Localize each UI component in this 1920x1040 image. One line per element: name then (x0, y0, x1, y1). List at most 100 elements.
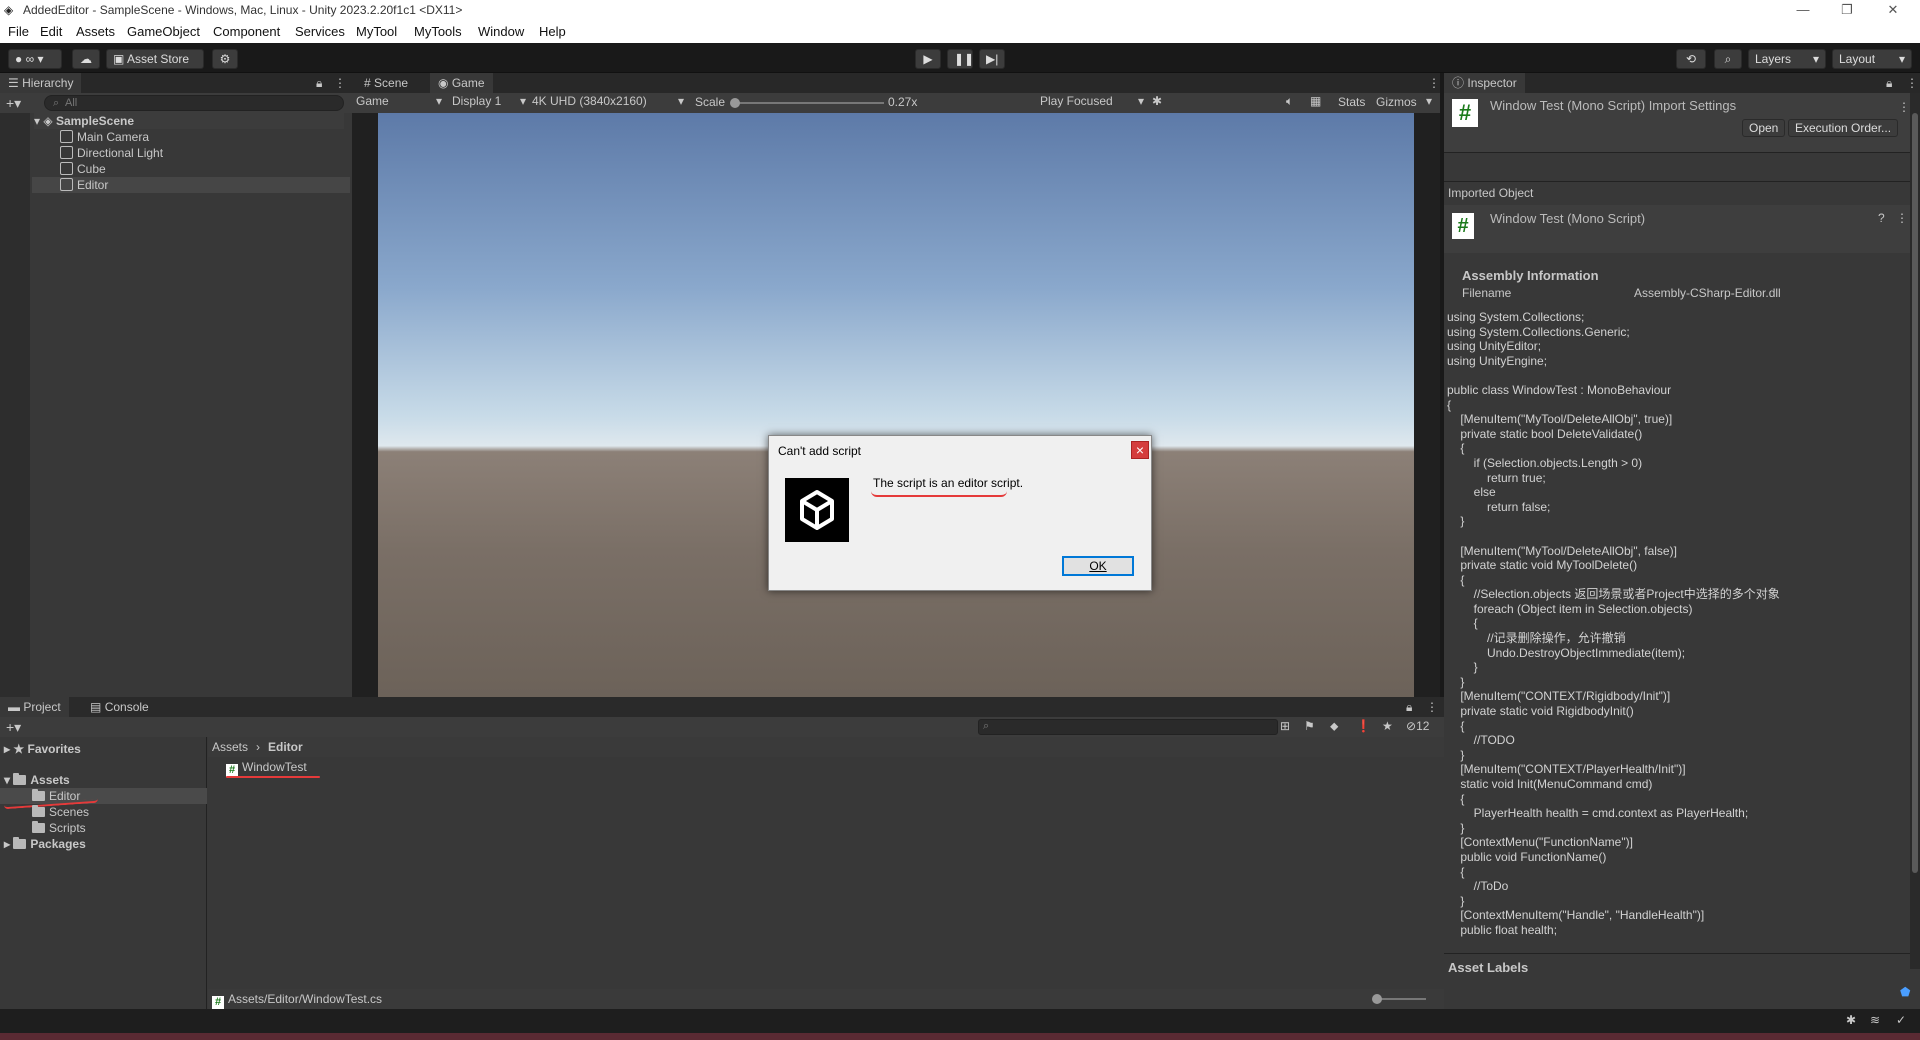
dialog-close-button[interactable]: × (1131, 441, 1149, 459)
file-windowtest[interactable]: # WindowTest (226, 759, 307, 777)
menu-component[interactable]: Component (213, 24, 280, 39)
menu-window[interactable]: Window (478, 24, 524, 39)
game-mode-dropdown[interactable]: Game ▾ (356, 94, 442, 108)
ok-button[interactable]: OK (1062, 556, 1134, 576)
close-window-button[interactable]: ✕ (1872, 0, 1914, 21)
packages-row[interactable]: ▸ Packages (4, 836, 86, 852)
lock-icon[interactable]: 🔒︎ (1406, 700, 1412, 715)
hierarchy-item-main-camera[interactable]: Main Camera (60, 129, 149, 145)
menu-services[interactable]: Services (295, 24, 345, 39)
project-search-input[interactable]: ⌕ (978, 719, 1278, 735)
tab-scene[interactable]: # Scene (356, 73, 416, 93)
audio-icon[interactable]: 🔈︎ (1286, 94, 1293, 109)
code-line: public void FunctionName() (1447, 849, 1607, 864)
search-button[interactable]: ⌕ (1714, 49, 1742, 69)
tab-game[interactable]: ◉ Game (430, 73, 493, 93)
step-button[interactable]: ▶| (979, 49, 1005, 69)
code-line: { (1447, 718, 1465, 733)
more-options-icon[interactable]: ⋮ (1426, 700, 1438, 714)
bug-icon[interactable]: ✱ (1152, 94, 1162, 108)
asset-store-button[interactable]: ▣ Asset Store ▾ (106, 49, 204, 84)
execution-order-button[interactable]: Execution Order... (1788, 119, 1899, 137)
scale-slider[interactable] (730, 98, 884, 108)
play-button[interactable]: ▶ (915, 49, 941, 69)
layers-dropdown[interactable]: Layers ▾ (1748, 49, 1826, 69)
menu-mytool[interactable]: MyTool (356, 24, 397, 39)
hierarchy-item-editor[interactable]: Editor (32, 177, 350, 193)
code-line: } (1447, 514, 1465, 529)
hierarchy-item-directional-light[interactable]: Directional Light (60, 145, 163, 161)
layout-dropdown[interactable]: Layout ▾ (1832, 49, 1912, 69)
code-line: return false; (1447, 499, 1551, 514)
lock-icon[interactable]: 🔒︎ (1886, 76, 1892, 91)
breadcrumb-editor[interactable]: Editor (268, 740, 303, 754)
search-by-type-icon[interactable]: ⊞ (1280, 719, 1290, 733)
red-annotation-underline (871, 491, 1007, 497)
menu-edit[interactable]: Edit (40, 24, 62, 39)
menu-file[interactable]: File (8, 24, 29, 39)
stats-button[interactable]: Stats (1338, 95, 1365, 109)
tab-project[interactable]: ▬ Project (0, 697, 69, 717)
breadcrumb: Assets › Editor (208, 737, 1444, 757)
more-options-icon[interactable]: ⋮ (1898, 100, 1910, 114)
resolution-dropdown[interactable]: 4K UHD (3840x2160) ▾ (532, 94, 684, 108)
add-button[interactable]: +▾ (6, 95, 21, 112)
filter-icon[interactable]: ⚑ (1304, 719, 1315, 733)
code-line: //Selection.objects 返回场景或者Project中选择的多个对… (1447, 587, 1780, 602)
create-button[interactable]: +▾ (6, 719, 21, 736)
help-icon[interactable]: ? (1878, 211, 1885, 225)
hierarchy-search-input[interactable]: ⌕ All (44, 95, 344, 111)
open-button[interactable]: Open (1742, 119, 1786, 137)
menu-assets[interactable]: Assets (76, 24, 115, 39)
log-icon[interactable]: ❗ (1356, 719, 1371, 733)
maximize-button[interactable]: ❐ (1826, 0, 1868, 21)
more-options-icon[interactable]: ⋮ (1428, 76, 1440, 90)
history-button[interactable]: ⟲ (1676, 49, 1706, 69)
hierarchy-panel: ☰ Hierarchy 🔒︎ ⋮ +▾ ⌕ All ▾ ◈ SampleScen… (0, 73, 352, 697)
favorite-star-icon[interactable]: ★ (1382, 719, 1393, 733)
inspector-scrollbar[interactable] (1910, 93, 1920, 969)
icon-size-slider[interactable] (1372, 994, 1426, 1004)
bug-icon[interactable]: ✱ (1846, 1013, 1856, 1027)
hierarchy-item-cube[interactable]: Cube (60, 161, 106, 177)
folder-scenes[interactable]: Scenes (32, 804, 89, 820)
folder-icon (32, 821, 45, 833)
folder-editor[interactable]: Editor (0, 788, 207, 804)
hidden-packages-button[interactable]: ⊘12 (1406, 719, 1429, 733)
history-icon: ⟲ (1685, 52, 1697, 66)
label-icon[interactable]: ⬥ (1330, 719, 1338, 734)
tab-console[interactable]: ▤ Console (82, 697, 157, 717)
check-circle-icon[interactable]: ✓ (1896, 1013, 1906, 1027)
folder-scripts[interactable]: Scripts (32, 820, 86, 836)
scene-row[interactable]: ▾ ◈ SampleScene (34, 113, 344, 129)
menu-gameobject[interactable]: GameObject (127, 24, 200, 39)
tab-hierarchy[interactable]: ☰ Hierarchy (0, 73, 82, 93)
lock-icon[interactable]: 🔒︎ (316, 76, 322, 91)
icon-size-slider-handle[interactable] (1372, 994, 1382, 1004)
more-options-icon[interactable]: ⋮ (1896, 211, 1908, 225)
assets-row[interactable]: ▾ Assets (4, 772, 70, 788)
menu-help[interactable]: Help (539, 24, 566, 39)
account-button[interactable]: ● ∞ ▾ (8, 49, 62, 69)
label-tag-icon[interactable]: ⬟ (1900, 985, 1910, 999)
chevron-down-icon[interactable]: ▾ (1426, 94, 1432, 108)
scrollbar-thumb[interactable] (1912, 113, 1918, 873)
favorites-row[interactable]: ▸ ★ Favorites (4, 741, 81, 757)
minimize-button[interactable]: — (1782, 0, 1824, 21)
menu-mytools[interactable]: MyTools (414, 24, 462, 39)
keyboard-icon[interactable]: ▦ (1310, 94, 1321, 108)
scale-slider-handle[interactable] (730, 98, 740, 108)
breadcrumb-assets[interactable]: Assets (212, 740, 248, 754)
tab-inspector[interactable]: ⓘ Inspector (1444, 73, 1525, 93)
more-options-icon[interactable]: ⋮ (334, 76, 346, 90)
game-viewport[interactable] (378, 113, 1414, 697)
pause-button[interactable]: ❚❚ (947, 49, 974, 69)
play-mode-dropdown[interactable]: Play Focused ▾ (1040, 94, 1144, 108)
code-line: foreach (Object item in Selection.object… (1447, 601, 1693, 616)
gizmos-button[interactable]: Gizmos (1376, 95, 1417, 109)
package-settings-button[interactable]: ⚙ (212, 49, 238, 69)
more-options-icon[interactable]: ⋮ (1906, 76, 1918, 90)
cloud-button[interactable]: ☁ (72, 49, 100, 69)
layers-stack-icon[interactable]: ≋ (1870, 1013, 1880, 1027)
display-dropdown[interactable]: Display 1 ▾ (452, 94, 526, 108)
